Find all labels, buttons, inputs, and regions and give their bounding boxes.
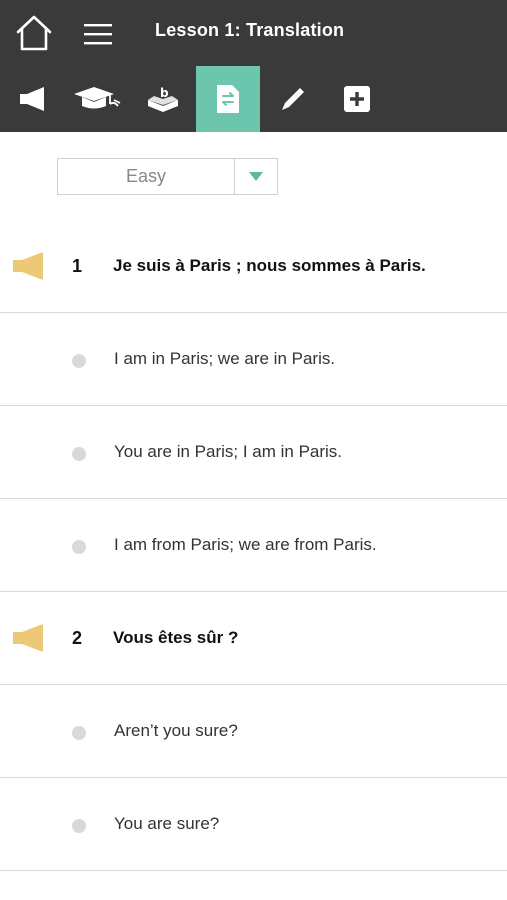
pencil-icon bbox=[282, 88, 304, 110]
answer-option[interactable]: You are in Paris; I am in Paris. bbox=[0, 406, 507, 499]
svg-text:b: b bbox=[160, 86, 169, 100]
answer-option[interactable]: Aren’t you sure? bbox=[0, 685, 507, 778]
answer-text: I am in Paris; we are in Paris. bbox=[114, 349, 336, 368]
answer-option[interactable]: I am from Paris; we are from Paris. bbox=[0, 499, 507, 592]
difficulty-value: Easy bbox=[125, 166, 167, 186]
difficulty-select[interactable]: Easy bbox=[57, 158, 278, 195]
question-number: 2 bbox=[72, 628, 83, 648]
vocabulary-box-icon: b bbox=[148, 86, 178, 112]
answer-text: You are sure? bbox=[114, 814, 220, 833]
page-title: Lesson 1: Translation bbox=[155, 20, 345, 40]
exercise-list: 1 Je suis à Paris ; nous sommes à Paris.… bbox=[0, 220, 507, 871]
megaphone-icon bbox=[20, 87, 44, 111]
radio-bullet[interactable] bbox=[72, 726, 86, 740]
answer-text: Aren’t you sure? bbox=[114, 721, 238, 740]
radio-bullet[interactable] bbox=[72, 354, 86, 368]
question-text: Je suis à Paris ; nous sommes à Paris. bbox=[113, 256, 426, 275]
radio-bullet[interactable] bbox=[72, 540, 86, 554]
tool-audio[interactable] bbox=[1, 66, 65, 132]
tool-vocabulary[interactable]: b bbox=[131, 66, 195, 132]
speaker-icon[interactable] bbox=[12, 250, 46, 282]
tool-translation[interactable] bbox=[196, 66, 260, 132]
top-bar: Lesson 1: Translation b bbox=[0, 0, 507, 132]
question-number: 1 bbox=[72, 256, 83, 276]
question-row: 1 Je suis à Paris ; nous sommes à Paris. bbox=[0, 220, 507, 313]
dropdown-toggle[interactable] bbox=[235, 159, 277, 194]
answer-text: You are in Paris; I am in Paris. bbox=[114, 442, 343, 461]
plus-square-icon bbox=[344, 86, 370, 112]
menu-button[interactable] bbox=[80, 16, 116, 52]
radio-bullet[interactable] bbox=[72, 819, 86, 833]
triangle-down-icon bbox=[249, 172, 263, 181]
translation-document-icon bbox=[217, 85, 239, 113]
answer-text: I am from Paris; we are from Paris. bbox=[114, 535, 377, 554]
answer-option[interactable]: You are sure? bbox=[0, 778, 507, 871]
home-icon bbox=[16, 15, 52, 51]
graduation-cap-icon bbox=[74, 87, 121, 109]
title-row: Lesson 1: Translation bbox=[0, 0, 507, 66]
question-text: Vous êtes sûr ? bbox=[113, 628, 239, 647]
tool-writing[interactable] bbox=[261, 66, 325, 132]
toolbar: b bbox=[0, 66, 507, 132]
tool-more[interactable] bbox=[325, 66, 389, 132]
speaker-icon[interactable] bbox=[12, 622, 46, 654]
tool-lesson[interactable] bbox=[66, 66, 130, 132]
question-row: 2 Vous êtes sûr ? bbox=[0, 592, 507, 685]
answer-option[interactable]: I am in Paris; we are in Paris. bbox=[0, 313, 507, 406]
radio-bullet[interactable] bbox=[72, 447, 86, 461]
hamburger-menu-icon bbox=[84, 24, 112, 45]
home-button[interactable] bbox=[12, 12, 56, 54]
